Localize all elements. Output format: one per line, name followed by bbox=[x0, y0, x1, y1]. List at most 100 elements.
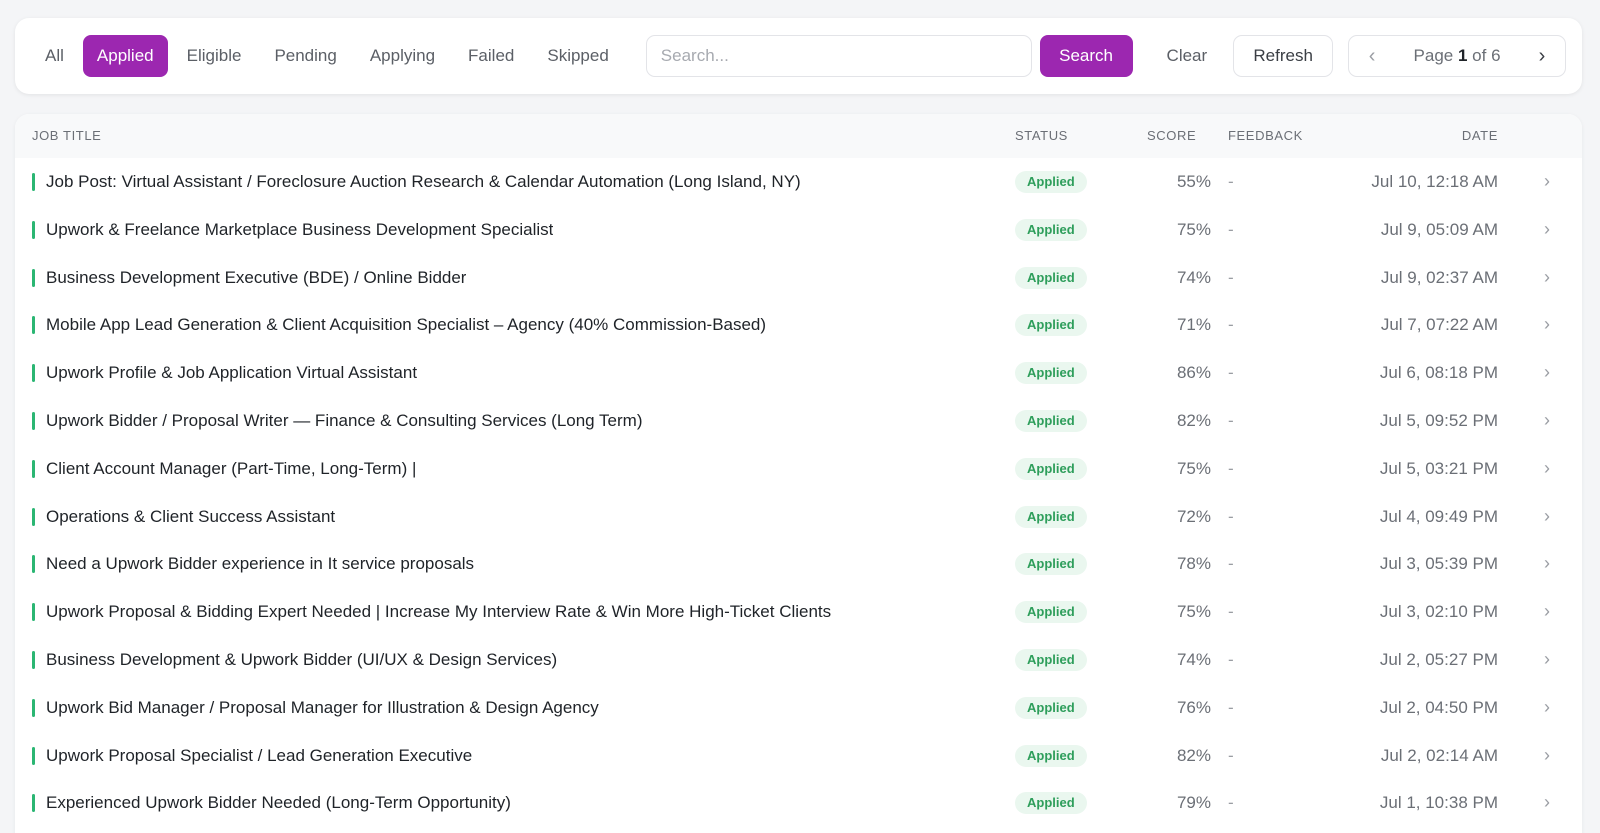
row-status-indicator bbox=[32, 364, 35, 383]
chevron-right-icon[interactable]: › bbox=[1544, 745, 1550, 766]
chevron-left-icon[interactable]: ‹ bbox=[1357, 45, 1387, 68]
status-badge: Applied bbox=[1015, 744, 1087, 767]
date-value: Jul 9, 02:37 AM bbox=[1380, 267, 1498, 287]
chevron-right-icon[interactable]: › bbox=[1527, 45, 1557, 68]
job-title[interactable]: Upwork Profile & Job Application Virtual… bbox=[46, 363, 417, 383]
chevron-right-icon[interactable]: › bbox=[1544, 267, 1550, 288]
tab-failed[interactable]: Failed bbox=[454, 35, 528, 77]
status-badge: Applied bbox=[1015, 505, 1087, 528]
chevron-right-icon[interactable]: › bbox=[1544, 219, 1550, 240]
table-row[interactable]: Upwork Proposal Specialist / Lead Genera… bbox=[15, 732, 1582, 780]
row-status-indicator bbox=[32, 268, 35, 287]
clear-button[interactable]: Clear bbox=[1153, 35, 1222, 77]
tab-skipped[interactable]: Skipped bbox=[533, 35, 622, 77]
score-value: 71% bbox=[1176, 315, 1211, 335]
score-value: 75% bbox=[1176, 602, 1211, 622]
score-value: 75% bbox=[1176, 219, 1211, 239]
page-prefix: Page bbox=[1413, 46, 1454, 65]
job-title[interactable]: Upwork Proposal & Bidding Expert Needed … bbox=[46, 602, 831, 622]
feedback-value: - bbox=[1228, 410, 1234, 430]
job-title[interactable]: Business Development Executive (BDE) / O… bbox=[46, 268, 466, 288]
refresh-button[interactable]: Refresh bbox=[1233, 35, 1334, 77]
table-row[interactable]: Client Account Manager (Part-Time, Long-… bbox=[15, 445, 1582, 493]
chevron-right-icon[interactable]: › bbox=[1544, 362, 1550, 383]
header-job-title[interactable]: Job Title bbox=[32, 128, 101, 143]
row-status-indicator bbox=[32, 746, 35, 765]
feedback-value: - bbox=[1228, 554, 1234, 574]
table-row[interactable]: Experienced Upwork Bidder Needed (Long-T… bbox=[15, 779, 1582, 827]
chevron-right-icon[interactable]: › bbox=[1544, 601, 1550, 622]
tab-eligible[interactable]: Eligible bbox=[173, 35, 256, 77]
row-status-indicator bbox=[32, 555, 35, 574]
status-badge: Applied bbox=[1015, 314, 1087, 337]
chevron-right-icon[interactable]: › bbox=[1544, 792, 1550, 813]
tab-all[interactable]: All bbox=[31, 35, 78, 77]
table-row[interactable]: Mobile App Lead Generation & Client Acqu… bbox=[15, 301, 1582, 349]
table-row[interactable]: Upwork Bidder / Proposal Writer — Financ… bbox=[15, 397, 1582, 445]
job-title[interactable]: Operations & Client Success Assistant bbox=[46, 507, 335, 527]
pagination: ‹ Page 1 of 6 › bbox=[1348, 35, 1566, 77]
table-row[interactable]: Business Development Executive (BDE) / O… bbox=[15, 254, 1582, 302]
feedback-value: - bbox=[1228, 697, 1234, 717]
tab-applied[interactable]: Applied bbox=[82, 35, 168, 77]
header-feedback[interactable]: Feedback bbox=[1228, 128, 1303, 143]
score-value: 75% bbox=[1176, 458, 1211, 478]
score-value: 72% bbox=[1176, 506, 1211, 526]
date-value: Jul 3, 05:39 PM bbox=[1379, 554, 1498, 574]
table-row[interactable]: Upwork Bid Manager / Proposal Manager fo… bbox=[15, 684, 1582, 732]
chevron-right-icon[interactable]: › bbox=[1544, 410, 1550, 431]
current-page: 1 bbox=[1457, 46, 1468, 65]
status-badge: Applied bbox=[1015, 409, 1087, 432]
chevron-right-icon[interactable]: › bbox=[1544, 649, 1550, 670]
chevron-right-icon[interactable]: › bbox=[1544, 458, 1550, 479]
table-header: Job Title Status Score Feedback Date bbox=[15, 114, 1582, 158]
score-value: 78% bbox=[1176, 554, 1211, 574]
header-score[interactable]: Score bbox=[1147, 128, 1196, 143]
header-status[interactable]: Status bbox=[1015, 128, 1068, 143]
status-badge: Applied bbox=[1015, 553, 1087, 576]
job-title[interactable]: Upwork Bid Manager / Proposal Manager fo… bbox=[46, 698, 599, 718]
feedback-value: - bbox=[1228, 363, 1234, 383]
row-status-indicator bbox=[32, 650, 35, 669]
row-status-indicator bbox=[32, 411, 35, 430]
chevron-right-icon[interactable]: › bbox=[1544, 697, 1550, 718]
table-row[interactable]: Operations & Client Success Assistant App… bbox=[15, 493, 1582, 541]
status-badge: Applied bbox=[1015, 171, 1087, 193]
date-value: Jul 5, 09:52 PM bbox=[1379, 410, 1498, 430]
table-row[interactable]: Need a Upwork Bidder experience in It se… bbox=[15, 540, 1582, 588]
row-status-indicator bbox=[32, 459, 35, 478]
table-row[interactable]: Upwork Profile & Job Application Virtual… bbox=[15, 349, 1582, 397]
date-value: Jul 5, 03:21 PM bbox=[1379, 458, 1498, 478]
chevron-right-icon[interactable]: › bbox=[1544, 314, 1550, 335]
job-title[interactable]: Upwork & Freelance Marketplace Business … bbox=[46, 220, 553, 240]
job-title[interactable]: Upwork Proposal Specialist / Lead Genera… bbox=[46, 746, 472, 766]
job-title[interactable]: Experienced Upwork Bidder Needed (Long-T… bbox=[46, 793, 511, 813]
search-button[interactable]: Search bbox=[1039, 35, 1133, 77]
chevron-right-icon[interactable]: › bbox=[1544, 171, 1550, 192]
job-title[interactable]: Job Post: Virtual Assistant / Foreclosur… bbox=[46, 172, 801, 192]
table-row[interactable]: Job Post: Virtual Assistant / Foreclosur… bbox=[15, 158, 1582, 206]
job-title[interactable]: Upwork Bidder / Proposal Writer — Financ… bbox=[46, 411, 643, 431]
status-badge: Applied bbox=[1015, 696, 1087, 719]
table-row[interactable]: Upwork Proposal & Bidding Expert Needed … bbox=[15, 588, 1582, 636]
table-row[interactable]: Business Development & Upwork Bidder (UI… bbox=[15, 636, 1582, 684]
tab-pending[interactable]: Pending bbox=[260, 35, 350, 77]
table-row[interactable]: Upwork & Freelance Marketplace Business … bbox=[15, 206, 1582, 254]
job-title[interactable]: Need a Upwork Bidder experience in It se… bbox=[46, 554, 474, 574]
date-value: Jul 10, 12:18 AM bbox=[1371, 172, 1498, 191]
search-input[interactable] bbox=[645, 35, 1032, 77]
chevron-right-icon[interactable]: › bbox=[1544, 506, 1550, 527]
score-value: 76% bbox=[1176, 697, 1211, 717]
row-status-indicator bbox=[32, 316, 35, 335]
job-title[interactable]: Mobile App Lead Generation & Client Acqu… bbox=[46, 315, 766, 335]
date-value: Jul 4, 09:49 PM bbox=[1379, 506, 1498, 526]
status-badge: Applied bbox=[1015, 648, 1087, 671]
date-value: Jul 2, 02:14 AM bbox=[1380, 745, 1498, 765]
job-title[interactable]: Client Account Manager (Part-Time, Long-… bbox=[46, 459, 416, 479]
tab-applying[interactable]: Applying bbox=[356, 35, 449, 77]
feedback-value: - bbox=[1228, 602, 1234, 622]
chevron-right-icon[interactable]: › bbox=[1544, 553, 1550, 574]
job-title[interactable]: Business Development & Upwork Bidder (UI… bbox=[46, 650, 557, 670]
feedback-value: - bbox=[1228, 506, 1234, 526]
header-date[interactable]: Date bbox=[1462, 128, 1498, 143]
